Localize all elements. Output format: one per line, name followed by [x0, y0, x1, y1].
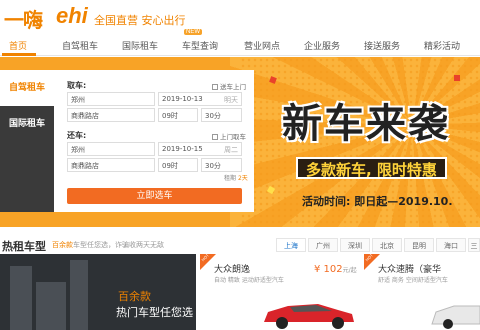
- rental-type-tabs: 自驾租车 国际租车: [0, 70, 54, 212]
- promo-tile[interactable]: 百余款 热门车型任您选: [0, 254, 196, 330]
- nav-item-enterprise[interactable]: 企业服务: [304, 39, 340, 52]
- return-hour-select[interactable]: 09时: [158, 158, 198, 172]
- pickup-date-input[interactable]: 2019-10-13 明天: [158, 92, 242, 106]
- building-silhouette: [10, 266, 32, 330]
- car-image: [431, 305, 480, 329]
- return-date-input[interactable]: 2019-10-15 周二: [158, 142, 242, 156]
- slogan: 全国直营 安心出行: [94, 14, 186, 27]
- booking-form: 取车: 送车上门 郑州 2019-10-13 明天 商鼎路店 09时 30分 还车…: [54, 70, 254, 212]
- car-name: 大众速腾（豪华: [378, 265, 442, 275]
- city-tab-guangzhou[interactable]: 广州: [308, 238, 338, 252]
- nav-item-home[interactable]: 首页: [9, 39, 27, 52]
- city-tab-kunming[interactable]: 昆明: [404, 238, 434, 252]
- checkbox-icon: [212, 84, 218, 90]
- car-card[interactable]: HOT 大众朗逸 自动 精致 运动舒适型汽车 ¥ 102元/起: [198, 254, 360, 330]
- logo-ehi[interactable]: ehi: [56, 3, 88, 29]
- pickup-city-select[interactable]: 郑州: [67, 92, 155, 106]
- building-silhouette: [70, 260, 88, 330]
- pickup-hour-select[interactable]: 09时: [158, 108, 198, 122]
- confetti: [454, 75, 460, 81]
- nav-item-events[interactable]: 精彩活动: [424, 39, 460, 52]
- pickup-label: 取车:: [67, 81, 87, 90]
- car-image: [264, 304, 354, 329]
- logo-chinese[interactable]: 一嗨: [4, 4, 43, 33]
- car-name: 大众朗逸: [214, 265, 251, 275]
- car-desc: 自动 精致 运动舒适型汽车: [214, 277, 284, 284]
- promo-line-2: 热门车型任您选: [116, 306, 193, 319]
- banner-subtitle: 多款新车, 限时特惠: [296, 157, 447, 179]
- city-tab-shanghai[interactable]: 上海: [276, 238, 306, 252]
- main-nav: 首页 自驾租车 国际租车 车型查询 营业网点 企业服务 接送服务 精彩活动: [0, 34, 480, 56]
- nav-item-transfer[interactable]: 接送服务: [364, 39, 400, 52]
- hot-cars-title: 热租车型: [2, 240, 46, 253]
- nav-active-indicator: [2, 53, 36, 56]
- nav-item-self-drive[interactable]: 自驾租车: [62, 39, 98, 52]
- pickup-delivery-checkbox[interactable]: 送车上门: [212, 81, 246, 91]
- return-minute-select[interactable]: 30分: [201, 158, 242, 172]
- promo-line-1: 百余款: [118, 290, 151, 303]
- checkbox-icon: [212, 134, 218, 140]
- tab-self-drive[interactable]: 自驾租车: [0, 70, 54, 106]
- car-card[interactable]: HOT 大众速腾（豪华 舒适 商务 空间舒适型汽车: [362, 254, 480, 330]
- nav-item-international[interactable]: 国际租车: [122, 39, 158, 52]
- building-silhouette: [36, 282, 66, 330]
- nav-item-stores[interactable]: 营业网点: [244, 39, 280, 52]
- select-car-button[interactable]: 立即选车: [67, 188, 242, 204]
- site-header: 一嗨 ehi 全国直营 安心出行: [0, 0, 480, 34]
- pickup-store-select[interactable]: 商鼎路店: [67, 108, 155, 122]
- banner-date: 活动时间: 即日起—2019.10.: [302, 195, 453, 208]
- city-tab-more[interactable]: 三: [468, 238, 480, 252]
- new-badge: NEW: [184, 29, 202, 35]
- car-price: ¥ 102元/起: [314, 264, 357, 275]
- city-tab-haikou[interactable]: 海口: [436, 238, 466, 252]
- tab-international[interactable]: 国际租车: [0, 106, 54, 142]
- banner-title: 新车来袭: [282, 101, 450, 147]
- return-city-select[interactable]: 郑州: [67, 142, 155, 156]
- pickup-minute-select[interactable]: 30分: [201, 108, 242, 122]
- city-tab-beijing[interactable]: 北京: [372, 238, 402, 252]
- nav-item-car-models[interactable]: 车型查询: [182, 39, 218, 52]
- hot-cars-subtitle: 百余款车型任您选，诈骗收两天无敌: [52, 241, 164, 249]
- rent-duration: 租期 2天: [224, 175, 248, 182]
- return-label: 还车:: [67, 131, 87, 140]
- city-tab-shenzhen[interactable]: 深圳: [340, 238, 370, 252]
- return-pickup-checkbox[interactable]: 上门取车: [212, 131, 246, 141]
- car-desc: 舒适 商务 空间舒适型汽车: [378, 277, 448, 284]
- return-store-select[interactable]: 商鼎路店: [67, 158, 155, 172]
